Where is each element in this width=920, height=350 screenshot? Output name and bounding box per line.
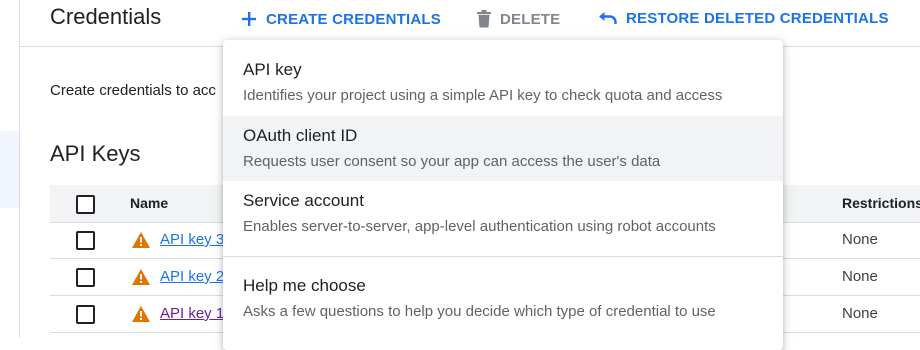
create-credentials-button[interactable]: CREATE CREDENTIALS — [240, 10, 441, 28]
api-keys-title: API Keys — [50, 141, 141, 166]
menu-item-oauth-client-id[interactable]: OAuth client ID Requests user consent so… — [223, 116, 783, 181]
restrictions-value: None — [842, 268, 878, 285]
warning-icon — [132, 269, 150, 290]
warning-icon — [132, 232, 150, 253]
restrictions-value: None — [842, 305, 878, 322]
trash-icon — [476, 10, 492, 28]
left-nav-active-highlight — [0, 131, 19, 208]
menu-item-description: Requests user consent so your app can ac… — [243, 153, 661, 170]
left-nav-rail — [0, 0, 20, 338]
delete-button[interactable]: DELETE — [476, 10, 560, 28]
menu-item-api-key[interactable]: API key Identifies your project using a … — [223, 50, 783, 116]
select-all-checkbox[interactable] — [76, 195, 95, 214]
menu-item-description: Asks a few questions to help you decide … — [243, 303, 716, 320]
menu-item-title: OAuth client ID — [243, 126, 358, 145]
menu-item-description: Identifies your project using a simple A… — [243, 87, 723, 104]
warning-icon — [132, 306, 150, 327]
delete-label: DELETE — [500, 10, 561, 28]
undo-icon — [598, 11, 618, 27]
restore-deleted-credentials-label: RESTORE DELETED CREDENTIALS — [626, 10, 889, 27]
api-key-link[interactable]: API key 2 — [160, 268, 224, 285]
row-checkbox[interactable] — [76, 268, 95, 287]
row-checkbox[interactable] — [76, 231, 95, 250]
menu-item-title: API key — [243, 60, 302, 79]
restore-deleted-credentials-button[interactable]: RESTORE DELETED CREDENTIALS — [598, 10, 889, 27]
create-credentials-menu: API key Identifies your project using a … — [223, 40, 783, 350]
plus-icon — [240, 10, 258, 28]
row-checkbox[interactable] — [76, 305, 95, 324]
menu-item-title: Help me choose — [243, 276, 366, 295]
create-credentials-label: CREATE CREDENTIALS — [266, 10, 441, 28]
menu-item-title: Service account — [243, 191, 364, 210]
column-header-restrictions[interactable]: Restrictions — [842, 195, 920, 211]
menu-item-description: Enables server-to-server, app-level auth… — [243, 218, 716, 235]
column-header-name[interactable]: Name — [130, 195, 168, 211]
api-key-link[interactable]: API key 3 — [160, 231, 224, 248]
intro-text: Create credentials to acc — [50, 82, 216, 99]
page-title: Credentials — [50, 4, 162, 29]
menu-divider — [223, 256, 783, 257]
api-key-link[interactable]: API key 1 — [160, 305, 224, 322]
menu-item-service-account[interactable]: Service account Enables server-to-server… — [223, 181, 783, 247]
restrictions-value: None — [842, 231, 878, 248]
menu-item-help-me-choose[interactable]: Help me choose Asks a few questions to h… — [223, 266, 783, 332]
